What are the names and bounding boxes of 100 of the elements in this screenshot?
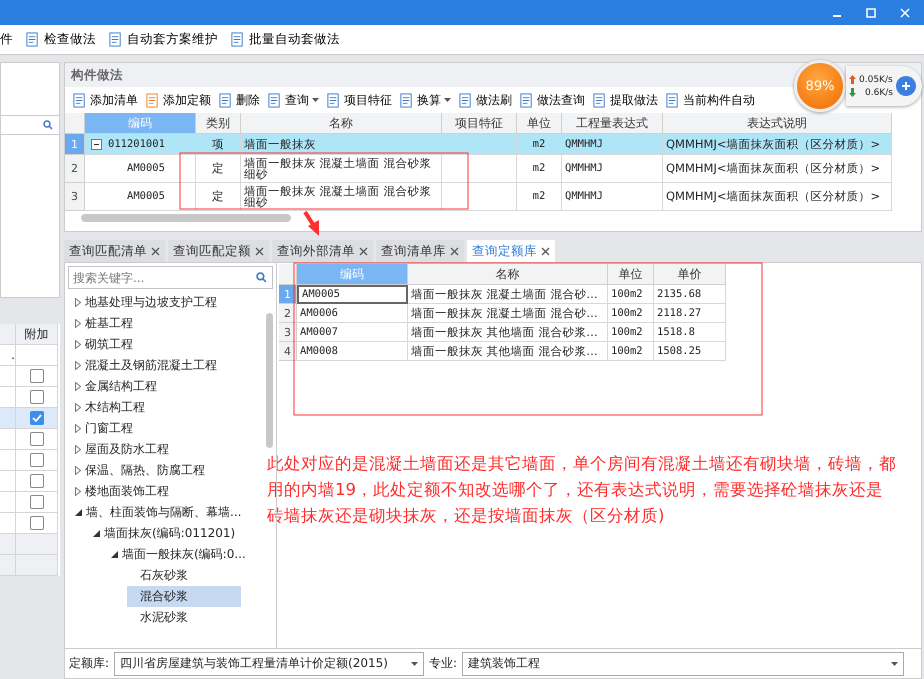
- column-header[interactable]: 项目特征: [442, 113, 517, 134]
- expand-icon[interactable]: [75, 382, 81, 391]
- checkbox[interactable]: [30, 516, 44, 530]
- close-icon[interactable]: [255, 246, 264, 256]
- expand-icon[interactable]: [75, 319, 81, 328]
- checkbox[interactable]: [30, 369, 44, 383]
- major-dropdown[interactable]: 建筑装饰工程: [462, 652, 904, 676]
- table-cell: 项: [196, 134, 241, 155]
- upload-speed: 0.05K/s: [859, 74, 893, 84]
- tree-item[interactable]: 木结构工程: [85, 399, 145, 416]
- tree-item[interactable]: 墙面抹灰(编码:011201): [104, 525, 236, 542]
- table-cell: 墙面一般抹灰 其他墙面 混合砂浆…: [408, 342, 608, 361]
- table-cell: AM0005: [297, 285, 408, 304]
- row-number: 3: [279, 323, 297, 342]
- download-speed: 0.6K/s: [865, 88, 893, 98]
- speed-widget[interactable]: 0.05K/s 0.6K/s: [846, 66, 922, 106]
- table-cell: QMMHMJ: [562, 183, 663, 211]
- document-icon: [230, 32, 245, 47]
- search-field[interactable]: [1, 115, 59, 135]
- table-cell: m2: [517, 134, 562, 155]
- table-cell: m2: [517, 155, 562, 183]
- expand-icon[interactable]: [75, 445, 81, 454]
- caret-icon: [411, 662, 418, 666]
- table-cell: QMMHMJ<墙面抹灰面积（区分材质）>: [663, 134, 892, 155]
- row-number: 4: [279, 342, 297, 361]
- tree-item[interactable]: 保温、隔热、防腐工程: [85, 462, 205, 479]
- tree-item[interactable]: 墙、柱面装饰与隔断、幕墙...: [86, 504, 242, 521]
- close-icon[interactable]: [450, 246, 459, 256]
- checkbox[interactable]: [30, 432, 44, 446]
- table-cell: AM0005: [85, 183, 196, 211]
- tree-item[interactable]: 墙面一般抹灰(编码:0...: [122, 546, 246, 563]
- search-icon: [43, 120, 53, 130]
- tree-item[interactable]: 砌筑工程: [85, 336, 133, 353]
- column-header[interactable]: 表达式说明: [663, 113, 892, 134]
- collapse-icon[interactable]: [91, 138, 102, 150]
- column-header[interactable]: 单价: [654, 264, 726, 285]
- expand-icon[interactable]: [75, 466, 81, 475]
- collapse-icon[interactable]: [111, 551, 118, 558]
- tree-item[interactable]: 桩基工程: [85, 315, 133, 332]
- tree-item[interactable]: 混凝土及钢筋混凝土工程: [85, 357, 217, 374]
- tree-item[interactable]: 屋面及防水工程: [85, 441, 169, 458]
- tree-item[interactable]: 楼地面装饰工程: [85, 483, 169, 500]
- column-header[interactable]: 名称: [241, 113, 442, 134]
- column-header[interactable]: 工程量表达式: [562, 113, 663, 134]
- tree-item[interactable]: 金属结构工程: [85, 378, 157, 395]
- library-dropdown[interactable]: 四川省房屋建筑与装饰工程量清单计价定额(2015): [114, 652, 424, 676]
- scrollbar[interactable]: [266, 313, 273, 448]
- expand-icon[interactable]: [75, 403, 81, 412]
- table-cell: 1518.8: [654, 323, 726, 342]
- table-cell: 100m2: [608, 285, 654, 304]
- maximize-icon[interactable]: [866, 8, 876, 18]
- column-header[interactable]: 类别: [196, 113, 241, 134]
- tree-item[interactable]: 门窗工程: [85, 420, 133, 437]
- checkbox[interactable]: [30, 495, 44, 509]
- document-icon: [72, 92, 87, 108]
- collapse-icon[interactable]: [93, 530, 100, 537]
- column-header[interactable]: 单位: [517, 113, 562, 134]
- column-header[interactable]: 名称: [408, 264, 608, 285]
- document-icon: [326, 92, 341, 108]
- checkbox[interactable]: [30, 411, 44, 425]
- checkbox[interactable]: [30, 390, 44, 404]
- tree-item[interactable]: 地基处理与边坡支护工程: [85, 294, 217, 311]
- table-cell: QMMHMJ: [562, 134, 663, 155]
- expand-icon[interactable]: [75, 298, 81, 307]
- table-cell: 定: [196, 183, 241, 211]
- table-cell: QMMHMJ<墙面抹灰面积（区分材质）>: [663, 183, 892, 211]
- column-header[interactable]: 单位: [608, 264, 654, 285]
- add-button[interactable]: [896, 76, 916, 96]
- field-label: 定额库:: [69, 655, 110, 672]
- tab[interactable]: 查询匹配清单: [64, 240, 165, 262]
- document-icon: [399, 92, 414, 108]
- table-cell: QMMHMJ<墙面抹灰面积（区分材质）>: [663, 155, 892, 183]
- close-icon[interactable]: [541, 246, 550, 256]
- tab[interactable]: 查询外部清单: [272, 240, 373, 262]
- collapse-icon[interactable]: [75, 509, 82, 516]
- tab[interactable]: 查询定额库: [467, 240, 555, 262]
- checkbox[interactable]: [30, 474, 44, 488]
- tree-item[interactable]: 水泥砂浆: [140, 609, 188, 626]
- scrollbar[interactable]: [81, 214, 291, 222]
- row-number: 3: [65, 183, 85, 211]
- expand-icon[interactable]: [75, 424, 81, 433]
- field-label: 专业:: [429, 655, 458, 672]
- row-number: 1: [65, 134, 85, 155]
- download-arrow-icon: [849, 88, 856, 97]
- expand-icon[interactable]: [75, 487, 81, 496]
- document-icon: [592, 92, 607, 108]
- table-cell: 墙面一般抹灰 混凝土墙面 混合砂浆细砂: [241, 155, 442, 183]
- close-icon[interactable]: [151, 246, 160, 256]
- expand-icon[interactable]: [75, 340, 81, 349]
- document-icon: [665, 92, 680, 108]
- table-cell: 100m2: [608, 323, 654, 342]
- expand-icon[interactable]: [75, 361, 81, 370]
- tree-item[interactable]: 石灰砂浆: [140, 567, 188, 584]
- search-field[interactable]: 搜索关键字...: [68, 266, 273, 289]
- checkbox[interactable]: [30, 453, 44, 467]
- close-icon[interactable]: [359, 246, 368, 256]
- tab[interactable]: 查询清单库: [376, 240, 464, 262]
- tab[interactable]: 查询匹配定额: [168, 240, 269, 262]
- column-header: 附加: [16, 324, 58, 345]
- search-icon: [256, 272, 267, 283]
